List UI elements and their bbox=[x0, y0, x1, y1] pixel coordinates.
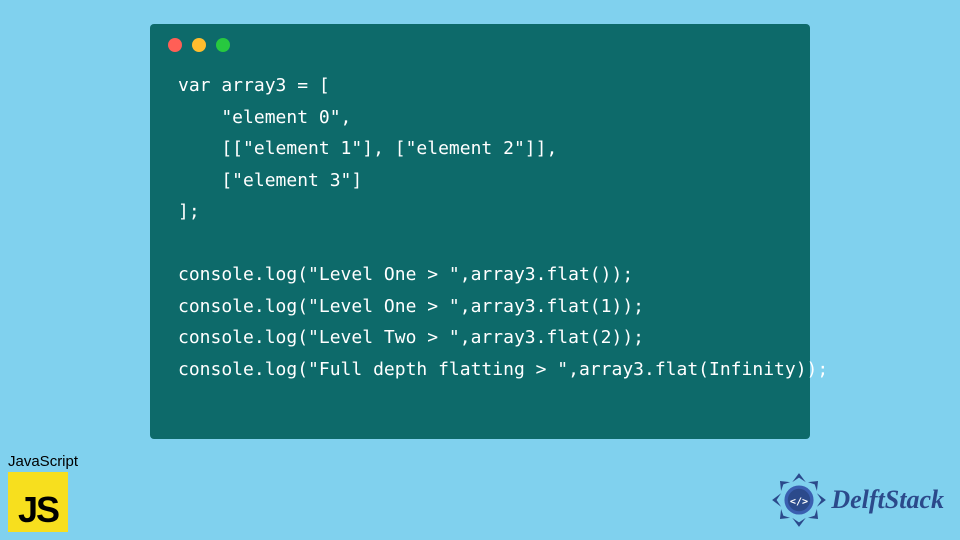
maximize-icon bbox=[216, 38, 230, 52]
code-line: var array3 = [ bbox=[178, 75, 330, 96]
delftstack-badge: </> DelftStack bbox=[771, 472, 944, 528]
code-line: console.log("Level One > ",array3.flat()… bbox=[178, 264, 633, 285]
javascript-badge: JavaScript JS bbox=[8, 453, 78, 532]
code-line: console.log("Full depth flatting > ",arr… bbox=[178, 359, 828, 380]
code-line: [["element 1"], ["element 2"]], bbox=[178, 138, 557, 159]
delftstack-logo-icon: </> bbox=[771, 472, 827, 528]
code-line: ]; bbox=[178, 201, 200, 222]
javascript-logo-icon: JS bbox=[8, 472, 68, 532]
delftstack-text: DelftStack bbox=[831, 485, 944, 515]
minimize-icon bbox=[192, 38, 206, 52]
code-body: var array3 = [ "element 0", [["element 1… bbox=[150, 58, 810, 405]
javascript-label: JavaScript bbox=[8, 453, 78, 470]
javascript-logo-text: JS bbox=[18, 492, 58, 532]
code-window: var array3 = [ "element 0", [["element 1… bbox=[150, 24, 810, 439]
code-line: "element 0", bbox=[178, 107, 351, 128]
window-controls bbox=[150, 24, 810, 58]
code-line: console.log("Level One > ",array3.flat(1… bbox=[178, 296, 644, 317]
close-icon bbox=[168, 38, 182, 52]
code-line: console.log("Level Two > ",array3.flat(2… bbox=[178, 327, 644, 348]
code-line: ["element 3"] bbox=[178, 170, 362, 191]
svg-text:</>: </> bbox=[790, 496, 808, 507]
